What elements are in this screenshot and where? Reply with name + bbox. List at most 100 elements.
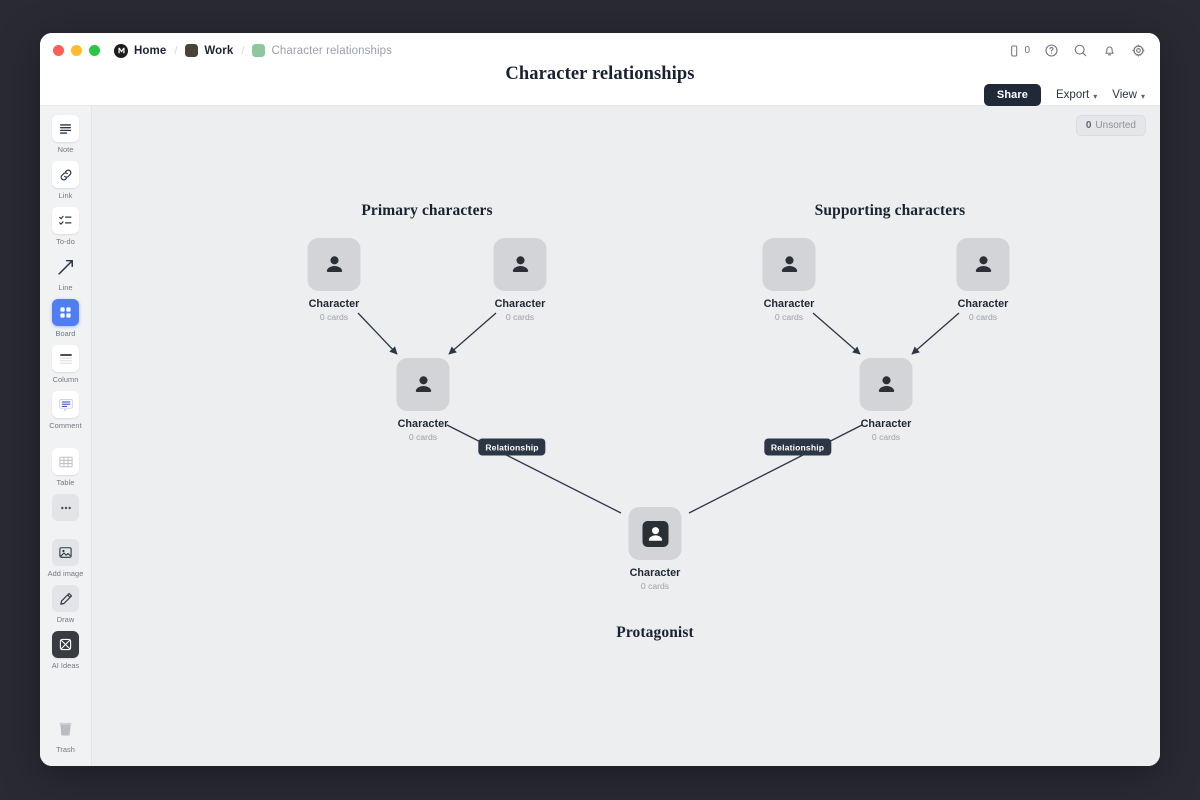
tool-more[interactable] — [46, 494, 86, 521]
add-image-icon — [52, 539, 79, 566]
edge-layer — [92, 106, 1160, 766]
minimize-window-button[interactable] — [71, 45, 82, 56]
line-arrow-icon — [52, 253, 79, 280]
character-node[interactable]: Character0 cards — [763, 238, 816, 322]
tool-label: To-do — [56, 237, 75, 246]
breadcrumb-item-home[interactable]: Home — [114, 44, 166, 58]
share-button[interactable]: Share — [984, 84, 1041, 106]
edge-label[interactable]: Relationship — [478, 439, 545, 456]
tool-label-trash: Trash — [56, 745, 75, 754]
node-card-count: 0 cards — [641, 581, 669, 591]
tool-label: Note — [58, 145, 74, 154]
node-title: Character — [495, 298, 546, 310]
group-title: Primary characters — [361, 202, 492, 220]
tool-label: Column — [53, 375, 79, 384]
document-header: Character relationships Share Export ▾ V… — [40, 68, 1160, 106]
person-avatar-icon — [397, 358, 450, 411]
tool-label: Board — [56, 329, 76, 338]
tool-label: Add image — [48, 569, 84, 578]
ai-ideas-icon — [52, 631, 79, 658]
settings-gear-icon[interactable] — [1131, 43, 1146, 58]
view-menu[interactable]: View ▾ — [1112, 89, 1145, 101]
comment-icon — [52, 391, 79, 418]
mobile-icon[interactable]: 0 — [1007, 44, 1030, 58]
character-node[interactable]: Character 0 cards — [957, 238, 1010, 322]
tool-link[interactable]: Link — [46, 161, 86, 200]
character-node[interactable]: Character 0 cards — [494, 238, 547, 322]
edge-label[interactable]: Relationship — [764, 439, 831, 456]
chevron-down-icon: ▾ — [1093, 92, 1097, 101]
table-icon — [52, 448, 79, 475]
breadcrumb: Home / Work / Character relationships — [114, 44, 392, 58]
breadcrumb-item-project[interactable]: Character relationships — [252, 44, 392, 57]
chevron-down-icon: ▾ — [1141, 92, 1145, 101]
breadcrumb-separator: / — [173, 45, 178, 57]
edge-line — [813, 313, 860, 354]
note-icon — [52, 115, 79, 142]
tool-divider — [46, 528, 86, 539]
search-icon[interactable] — [1073, 43, 1088, 58]
node-card-count: 0 cards — [320, 312, 348, 322]
node-title: Character — [630, 567, 681, 579]
node-title: Character — [861, 418, 912, 430]
tool-line[interactable]: Line — [46, 253, 86, 292]
breadcrumb-separator: / — [240, 45, 245, 57]
breadcrumb-label-work: Work — [204, 45, 233, 57]
tool-comment[interactable]: Comment — [46, 391, 86, 430]
export-menu[interactable]: Export ▾ — [1056, 89, 1097, 101]
header-actions: Share Export ▾ View ▾ — [984, 84, 1145, 106]
tool-board[interactable]: Board — [46, 299, 86, 338]
character-node[interactable]: Character 0 cards — [860, 358, 913, 442]
character-node[interactable]: Character 0 cards — [629, 507, 682, 591]
titlebar: Home / Work / Character relationships 0 — [40, 33, 1160, 68]
group-title: Protagonist — [616, 624, 693, 642]
tool-label: Link — [59, 191, 73, 200]
tool-label: AI Ideas — [52, 661, 80, 670]
person-avatar-icon — [763, 238, 816, 291]
board-canvas[interactable]: 0 Unsorted Character 0 cards Character 0 ca… — [92, 106, 1160, 766]
node-title: Character — [764, 298, 815, 310]
person-avatar-icon — [494, 238, 547, 291]
help-icon[interactable] — [1044, 43, 1059, 58]
node-title: Character — [958, 298, 1009, 310]
unsorted-label: Unsorted — [1095, 120, 1136, 131]
unsorted-badge[interactable]: 0 Unsorted — [1076, 115, 1146, 136]
view-label: View — [1112, 89, 1137, 101]
tool-note[interactable]: Note — [46, 115, 86, 154]
node-card-count: 0 cards — [872, 432, 900, 442]
tool-trash[interactable]: Trash — [46, 715, 86, 754]
notifications-icon[interactable] — [1102, 43, 1117, 58]
tool-divider — [46, 437, 86, 448]
character-node[interactable]: Character 0 cards — [308, 238, 361, 322]
node-title: Character — [309, 298, 360, 310]
tool-ai-ideas[interactable]: AI Ideas — [46, 631, 86, 670]
link-icon — [52, 161, 79, 188]
person-avatar-filled-icon — [629, 507, 682, 560]
tool-column[interactable]: Column — [46, 345, 86, 384]
node-card-count: 0 cards — [969, 312, 997, 322]
person-avatar-icon — [860, 358, 913, 411]
page-title: Character relationships — [505, 64, 694, 85]
breadcrumb-label-project: Character relationships — [271, 45, 392, 57]
more-icon — [52, 494, 79, 521]
close-window-button[interactable] — [53, 45, 64, 56]
edge-line — [912, 313, 959, 354]
tool-add-image[interactable]: Add image — [46, 539, 86, 578]
unsorted-count: 0 — [1086, 120, 1092, 131]
top-icon-bar: 0 — [1007, 43, 1146, 58]
project-square-icon — [252, 44, 265, 57]
tool-draw[interactable]: Draw — [46, 585, 86, 624]
node-card-count: 0 cards — [506, 312, 534, 322]
window-controls[interactable] — [53, 45, 100, 56]
tool-to-do[interactable]: To-do — [46, 207, 86, 246]
character-node[interactable]: Character0 cards — [397, 358, 450, 442]
tool-label: Draw — [57, 615, 74, 624]
maximize-window-button[interactable] — [89, 45, 100, 56]
person-avatar-icon — [308, 238, 361, 291]
folder-square-icon — [185, 44, 198, 57]
mobile-count: 0 — [1024, 45, 1030, 56]
tool-table[interactable]: Table — [46, 448, 86, 487]
app-window: Home / Work / Character relationships 0 — [40, 33, 1160, 766]
breadcrumb-item-work[interactable]: Work — [185, 44, 233, 57]
group-title: Supporting characters — [815, 202, 966, 220]
